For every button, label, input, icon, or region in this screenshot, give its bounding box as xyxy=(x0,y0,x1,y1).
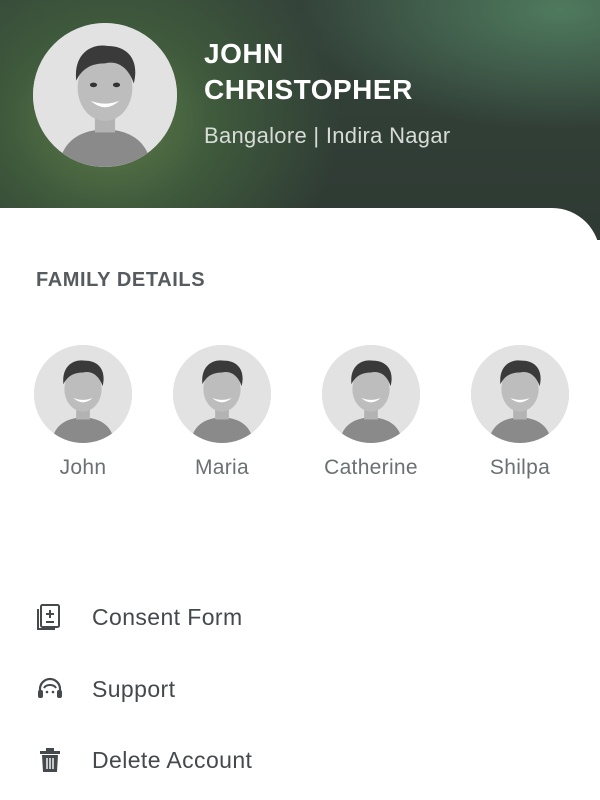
profile-name: JOHN CHRISTOPHER xyxy=(204,36,564,108)
user-photo-icon xyxy=(173,345,271,443)
family-member-avatar xyxy=(173,345,271,443)
profile-header: JOHN CHRISTOPHER Bangalore | Indira Naga… xyxy=(0,0,600,240)
menu-item-label: Support xyxy=(92,675,176,702)
menu-item-label: Delete Account xyxy=(92,746,253,773)
menu-item-label: Consent Form xyxy=(92,603,243,630)
content-panel xyxy=(0,208,600,800)
user-photo-icon xyxy=(34,345,132,443)
family-member-name: Maria xyxy=(194,456,249,479)
family-member-john[interactable]: John xyxy=(13,345,153,480)
menu-item-consent-form[interactable]: Consent Form xyxy=(36,601,436,633)
family-details-title: FAMILY DETAILS xyxy=(36,269,206,291)
support-icon xyxy=(36,675,64,703)
user-photo-icon xyxy=(322,345,420,443)
family-member-catherine[interactable]: Catherine xyxy=(301,345,441,480)
family-member-maria[interactable]: Maria xyxy=(152,345,292,480)
user-photo-icon xyxy=(471,345,569,443)
profile-location: Bangalore | Indira Nagar xyxy=(204,123,451,148)
menu-item-delete-account[interactable]: Delete Account xyxy=(36,744,436,776)
family-member-avatar xyxy=(471,345,569,443)
profile-first-name: JOHN xyxy=(204,38,284,69)
family-member-name: Shilpa xyxy=(489,456,551,479)
family-member-avatar xyxy=(322,345,420,443)
family-member-name: Catherine xyxy=(324,456,418,479)
family-member-name: John xyxy=(59,456,107,479)
profile-avatar[interactable] xyxy=(33,23,177,167)
user-photo-icon xyxy=(33,23,177,167)
consent-form-icon xyxy=(36,603,64,631)
menu-item-support[interactable]: Support xyxy=(36,673,436,705)
trash-icon xyxy=(36,746,64,774)
family-member-avatar xyxy=(34,345,132,443)
family-member-shilpa[interactable]: Shilpa xyxy=(450,345,590,480)
profile-last-name: CHRISTOPHER xyxy=(204,74,413,105)
